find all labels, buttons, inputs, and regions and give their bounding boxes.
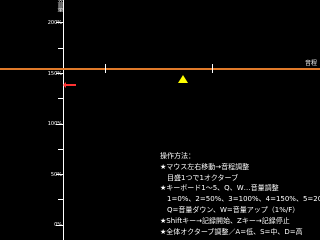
pitch-line: [0, 68, 320, 70]
volume-indicator-arrow: [63, 82, 76, 88]
volume-label-100: 100%: [47, 121, 62, 127]
instruction-line: Q=音量ダウン、W=音量アップ（1%/F）: [160, 205, 300, 214]
volume-tick-125: [58, 98, 63, 99]
instructions-title: 操作方法：: [160, 152, 195, 160]
instruction-line: ★全体オクターブ調整／A=低、S=中、D=高: [160, 227, 303, 236]
instructions-panel: 操作方法： ★マウス左右移動→音程調整 目盛1つで1オクターブ ★キーボード1〜…: [160, 151, 320, 237]
volume-label-0: 0%: [54, 222, 62, 228]
volume-label-150: 150%: [47, 71, 62, 77]
octave-marker: [105, 64, 106, 73]
volume-label-200: 200%: [47, 20, 62, 26]
instruction-line: ★キーボード1〜5、Q、W…音量調整: [160, 184, 279, 193]
instruction-line: 目盛1つで1オクターブ: [160, 173, 239, 182]
volume-axis-line: [63, 0, 64, 240]
pitch-cursor-triangle: [178, 75, 188, 83]
pitch-label: 音程: [304, 60, 317, 67]
volume-tick-75: [58, 149, 63, 150]
volume-axis-title: 音量: [56, 0, 63, 12]
volume-tick-175: [58, 48, 63, 49]
octave-marker: [212, 64, 213, 73]
volume-label-50: 50%: [50, 172, 62, 178]
volume-tick-25: [58, 199, 63, 200]
instruction-line: ★マウス左右移動→音程調整: [160, 162, 250, 171]
game-canvas[interactable]: 音量 200% 150% 100% 50% 0% 音程 操作方法： ★マウス左右…: [0, 0, 320, 240]
instruction-line: ★Shiftキー→記録開始、Zキー→記録停止: [160, 216, 290, 225]
instruction-line: 1=0%、2=50%、3=100%、4=150%、5=200%: [160, 195, 320, 204]
